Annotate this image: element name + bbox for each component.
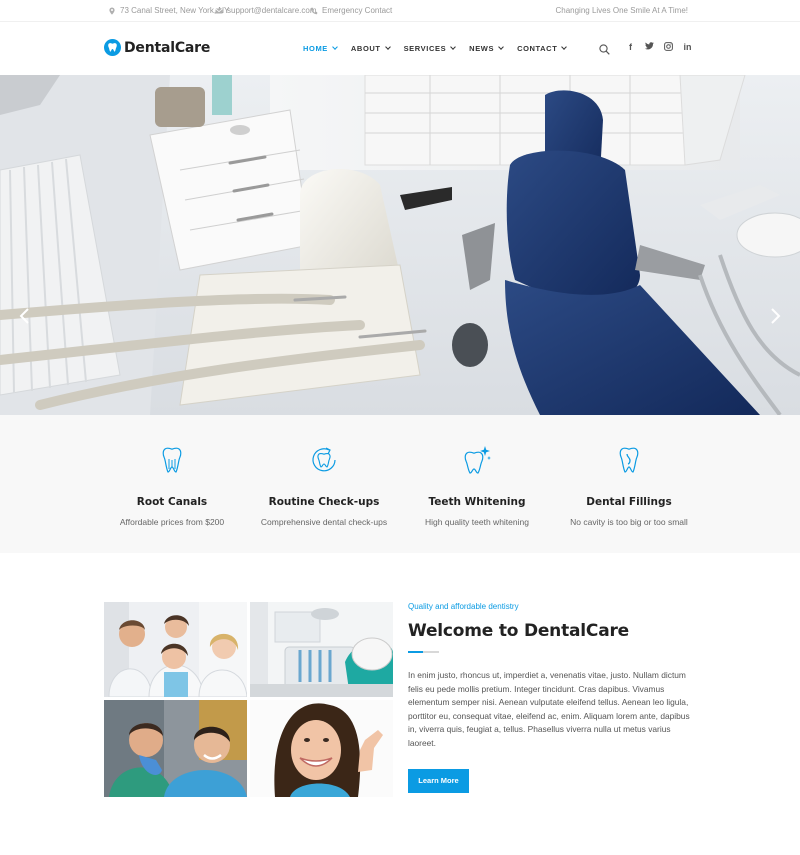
nav-about[interactable]: ABOUT xyxy=(350,44,391,53)
service-title: Teeth Whitening xyxy=(428,496,526,508)
facebook-icon[interactable]: f xyxy=(626,42,635,52)
heading-divider xyxy=(408,651,439,653)
chevron-right-icon xyxy=(771,308,781,324)
nav-services[interactable]: SERVICES xyxy=(403,44,457,53)
service-title: Dental Fillings xyxy=(586,496,672,508)
main-header: DentalCare HOME ABOUT SERVICES NEWS CONT… xyxy=(0,22,800,75)
service-title: Routine Check-ups xyxy=(268,496,380,508)
nav-news-label: NEWS xyxy=(469,44,495,53)
section-kicker: Quality and affordable dentistry xyxy=(408,602,519,611)
about-text: In enim justo, rhoncus ut, imperdiet a, … xyxy=(408,670,690,748)
service-card[interactable]: Root Canals Affordable prices from $200 xyxy=(92,445,252,527)
dental-equipment-photo xyxy=(250,602,393,697)
search-button[interactable] xyxy=(599,42,610,60)
nav-contact-label: CONTACT xyxy=(517,44,558,53)
dentists-photo xyxy=(104,700,247,797)
address-info: 73 Canal Street, New York, NY xyxy=(108,6,229,15)
tooth-logo-icon xyxy=(104,39,121,56)
nav-about-label: ABOUT xyxy=(350,44,381,53)
site-logo[interactable]: DentalCare xyxy=(104,39,210,56)
top-bar: 73 Canal Street, New York, NY support@de… xyxy=(0,0,800,22)
social-links: f in xyxy=(626,42,692,52)
chevron-down-icon xyxy=(561,44,568,50)
chevron-down-icon xyxy=(498,44,504,50)
chevron-down-icon xyxy=(384,44,391,50)
service-desc: No cavity is too big or too small xyxy=(570,517,688,527)
service-desc: Affordable prices from $200 xyxy=(119,517,225,527)
chevron-down-icon xyxy=(450,44,457,50)
address-text: 73 Canal Street, New York, NY xyxy=(120,6,230,15)
phone-icon xyxy=(310,7,318,14)
chevron-left-icon xyxy=(19,308,29,324)
tooth-checkup-icon xyxy=(312,447,336,472)
phone-info[interactable]: Emergency Contact xyxy=(310,6,392,15)
photo-collage xyxy=(104,602,393,797)
section-heading: Welcome to DentalCare xyxy=(408,621,629,641)
welcome-section: Quality and affordable dentistry Welcome… xyxy=(408,602,700,793)
service-title: Root Canals xyxy=(136,496,208,508)
doctors-team-photo xyxy=(104,602,247,697)
service-desc: Comprehensive dental check-ups xyxy=(260,517,388,527)
hero-slider xyxy=(0,75,800,415)
slider-prev-button[interactable] xyxy=(18,308,30,324)
main-nav: HOME ABOUT SERVICES NEWS CONTACT xyxy=(303,44,568,53)
services-section: Root Canals Affordable prices from $200 … xyxy=(0,415,800,553)
service-card[interactable]: Routine Check-ups Comprehensive dental c… xyxy=(244,445,404,527)
phone-text[interactable]: Emergency Contact xyxy=(322,6,392,15)
instagram-icon[interactable] xyxy=(664,42,673,52)
brand-name: DentalCare xyxy=(124,39,211,56)
dental-office-image xyxy=(0,75,800,415)
map-pin-icon xyxy=(109,7,115,15)
envelope-icon xyxy=(215,7,223,13)
linkedin-icon[interactable]: in xyxy=(683,42,692,52)
service-card[interactable]: Dental Fillings No cavity is too big or … xyxy=(549,445,709,527)
tagline: Changing Lives One Smile At A Time! xyxy=(555,6,688,15)
nav-news[interactable]: NEWS xyxy=(469,44,504,53)
service-desc: High quality teeth whitening xyxy=(425,517,529,527)
learn-more-button[interactable]: Learn More xyxy=(408,768,469,793)
smiling-patient-photo xyxy=(250,700,393,797)
twitter-icon[interactable] xyxy=(645,42,654,52)
service-card[interactable]: Teeth Whitening High quality teeth white… xyxy=(397,445,557,527)
tooth-filling-icon xyxy=(619,447,639,473)
nav-home[interactable]: HOME xyxy=(303,44,338,53)
chevron-down-icon xyxy=(332,44,338,50)
nav-services-label: SERVICES xyxy=(403,44,447,53)
email-text[interactable]: support@dentalcare.com xyxy=(227,6,317,15)
email-info[interactable]: support@dentalcare.com xyxy=(215,6,317,15)
tooth-sparkle-icon xyxy=(464,446,491,474)
nav-home-label: HOME xyxy=(303,44,328,53)
nav-contact[interactable]: CONTACT xyxy=(517,44,568,53)
search-icon xyxy=(599,44,610,55)
tooth-roots-icon xyxy=(162,447,182,473)
slider-next-button[interactable] xyxy=(770,308,782,324)
